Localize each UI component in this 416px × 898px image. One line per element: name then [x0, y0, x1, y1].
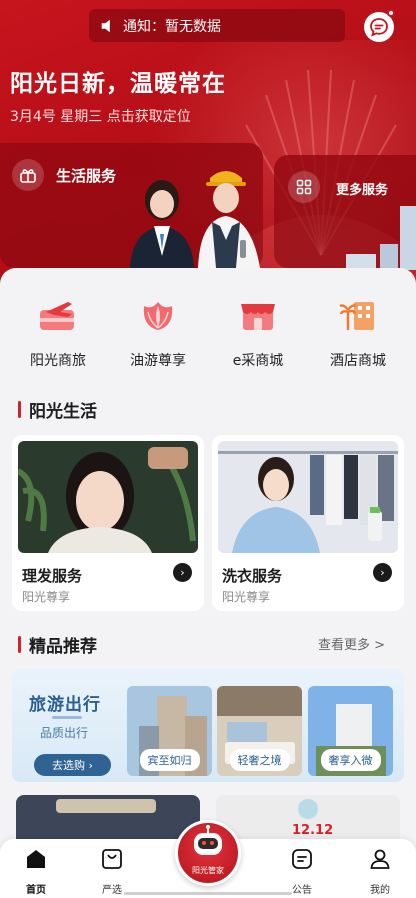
card-subtitle: 阳光尊享 — [222, 590, 271, 604]
section-title: 精品推荐 — [29, 637, 97, 657]
hotel-tower-photo[interactable]: 奢享入微 — [308, 686, 393, 776]
tab-home[interactable]: 首页 — [6, 847, 66, 896]
section-title: 阳光生活 — [29, 402, 97, 422]
robot-label: 阳光管家 — [192, 866, 224, 875]
more-service-label: 更多服务 — [336, 183, 389, 198]
home-indicator — [124, 892, 292, 895]
hero-banner: 通知：暂无数据 阳光日新，温暖常在 3月4号 星期三 点击获取定位 生活服务 更… — [0, 0, 416, 300]
quick-link-label: 阳光商旅 — [30, 353, 86, 369]
message-button[interactable] — [364, 9, 395, 42]
staff-illustration — [130, 171, 260, 268]
photo-caption: 轻奢之境 — [229, 749, 290, 771]
notice-bar[interactable]: 通知：暂无数据 — [89, 9, 345, 42]
quick-link-fuel-travel[interactable]: 油游尊享 — [108, 296, 208, 370]
quick-link-label: e采商城 — [232, 353, 284, 369]
quick-link-hotel-mall[interactable]: 酒店商城 — [308, 296, 408, 370]
travel-banner[interactable]: 旅游出行 品质出行 去选购 › 宾至如归 轻奢之境 奢享入微 — [12, 670, 404, 782]
user-icon — [370, 849, 390, 869]
chevron-right-icon[interactable]: › — [373, 563, 392, 582]
quick-link-label: 酒店商城 — [330, 353, 386, 369]
laundry-photo — [218, 441, 398, 553]
shop-icon — [241, 304, 275, 330]
city-skyline-decoration — [346, 206, 416, 270]
slogan: 阳光日新，温暖常在 — [10, 71, 226, 97]
section-accent-bar — [18, 401, 21, 418]
card-title: 洗衣服务 — [222, 567, 283, 585]
shopping-bag-icon — [102, 849, 122, 869]
card-title: 理发服务 — [22, 567, 83, 585]
grid-icon — [288, 171, 320, 203]
haircut-photo — [18, 441, 198, 553]
chat-bubble-icon — [370, 18, 388, 37]
home-icon — [27, 850, 45, 868]
wave-divider — [52, 716, 82, 719]
tab-label: 首页 — [26, 885, 46, 896]
section-accent-bar — [18, 636, 21, 653]
notice-text: 通知：暂无数据 — [123, 18, 221, 35]
recommend-header: 精品推荐 — [18, 632, 97, 657]
hotel-room-photo[interactable]: 轻奢之境 — [217, 686, 302, 776]
tab-profile[interactable]: 我的 — [350, 847, 410, 896]
unread-dot — [387, 9, 395, 17]
speaker-icon — [101, 19, 110, 32]
quick-link-label: 油游尊享 — [130, 353, 186, 369]
sunshine-life-header: 阳光生活 — [18, 397, 97, 422]
hotel-exterior-photo[interactable]: 宾至如归 — [127, 686, 212, 776]
tab-selected[interactable]: 严选 — [82, 847, 142, 896]
tab-announcement[interactable]: 公告 — [272, 847, 332, 896]
laundry-service-card[interactable]: 洗衣服务 阳光尊享 › — [212, 435, 404, 611]
haircut-service-card[interactable]: 理发服务 阳光尊享 › — [12, 435, 204, 611]
promo-badge: 12.12 — [292, 823, 334, 838]
airplane-icon — [40, 302, 74, 330]
chevron-right-icon[interactable]: › — [173, 563, 192, 582]
quick-link-e-mall[interactable]: e采商城 — [208, 296, 308, 370]
robot-icon — [194, 825, 222, 855]
hotel-icon — [339, 302, 374, 330]
shop-now-button[interactable]: 去选购 › — [34, 754, 111, 776]
card-subtitle: 阳光尊享 — [22, 590, 71, 604]
date-location-link[interactable]: 3月4号 星期三 点击获取定位 — [10, 106, 191, 126]
photo-caption: 宾至如归 — [139, 749, 200, 771]
life-service-label: 生活服务 — [56, 167, 117, 185]
announcement-icon — [292, 849, 312, 869]
photo-caption: 奢享入微 — [320, 749, 381, 771]
travel-subtitle: 品质出行 — [40, 726, 89, 740]
travel-title: 旅游出行 — [29, 695, 101, 715]
assistant-robot-button[interactable]: 阳光管家 — [175, 820, 241, 886]
tab-label: 我的 — [370, 885, 390, 896]
gift-icon — [12, 159, 44, 191]
see-more-link[interactable]: 查看更多 > — [318, 634, 385, 653]
lotus-icon — [143, 302, 173, 330]
quick-links: 阳光商旅 油游尊享 e采商城 酒店商城 — [0, 296, 416, 376]
quick-link-business-travel[interactable]: 阳光商旅 — [8, 296, 108, 370]
